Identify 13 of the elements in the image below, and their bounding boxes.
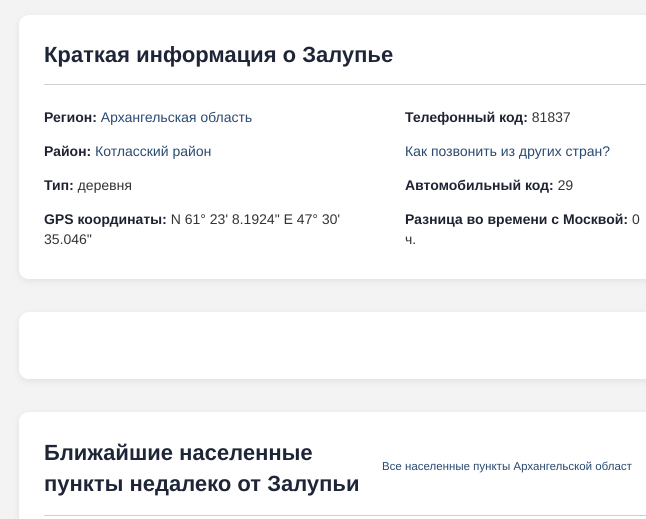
field-value-link[interactable]: Котласский район [95,143,212,159]
info-field: Телефонный код: 81837 [405,107,645,127]
field-label: Район: [44,143,92,159]
card-title: Краткая информация о Залупье [44,42,394,68]
card-title: Ближайшие населенные пункты недалеко от Залупьи [44,439,360,498]
field-value-link[interactable]: Архангельская область [100,109,252,125]
field-label: Регион: [44,109,97,125]
info-field: Тип: деревня [44,175,384,195]
all-settlements-link[interactable]: Все населенные пункты Архангельской област [382,459,632,477]
info-field: GPS координаты: N 61° 23' 8.1924" E 47° 30' 35.046" [44,209,384,249]
call-abroad-link[interactable]: Как позвонить из других стран? [405,141,645,161]
info-field: Разница во времени с Москвой: 0 ч. [405,209,645,249]
info-field: Автомобильный код: 29 [405,175,645,195]
